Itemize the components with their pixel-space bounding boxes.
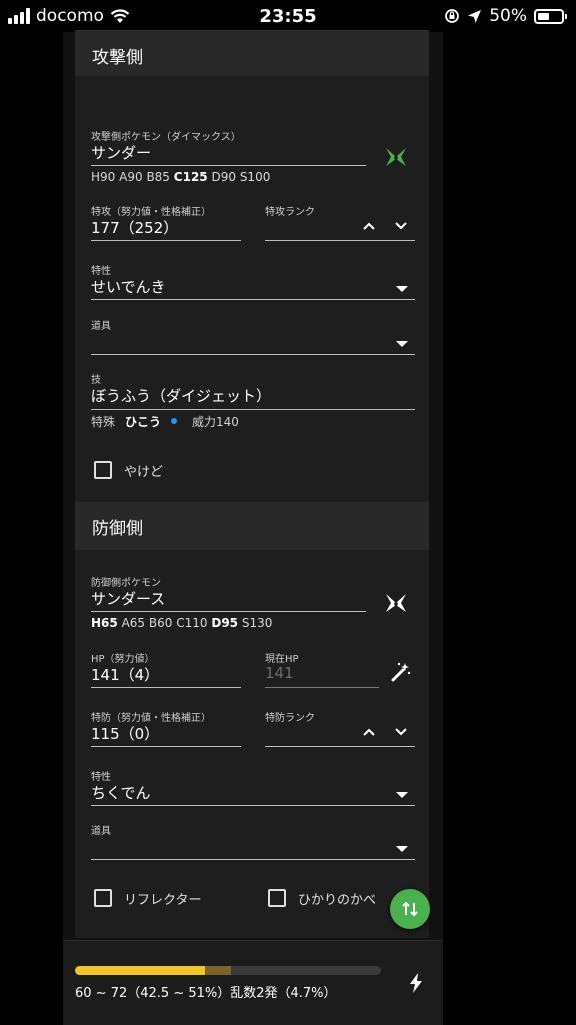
burn-label: やけど [124, 465, 164, 480]
attacker-pokemon-input[interactable]: サンダー [91, 142, 151, 163]
attacker-card-header: 攻撃側 [75, 30, 429, 76]
move-type: ひこう [125, 415, 162, 429]
defender-item-dropdown-icon[interactable] [396, 846, 408, 852]
move-category: 特殊 [91, 415, 116, 429]
battery-percent: 50% [489, 6, 527, 26]
reflect-label: リフレクター [124, 893, 202, 908]
move-type-dot-icon [171, 418, 177, 424]
location-icon [468, 9, 482, 23]
attacker-card: 攻撃側 攻撃側ポケモン（ダイマックス） サンダー H90 A90 B85 C12… [75, 30, 429, 508]
attacker-ability-underline [91, 299, 415, 300]
damage-result-text: 60 ~ 72（42.5 ~ 51%）乱数2発（4.7%） [75, 986, 337, 1001]
item-dropdown-icon[interactable] [396, 341, 408, 347]
swap-button[interactable] [390, 889, 430, 929]
dynamax-off-icon[interactable] [383, 590, 409, 616]
light-screen-checkbox[interactable] [268, 889, 286, 907]
attacker-spatk-rank-label: 特攻ランク [265, 207, 315, 218]
app-content: 攻撃側 攻撃側ポケモン（ダイマックス） サンダー H90 A90 B85 C12… [63, 30, 443, 1025]
light-screen-label: ひかりのかべ [298, 893, 377, 908]
defender-spdef-input[interactable]: 115（0） [91, 723, 159, 744]
damage-bar-min [75, 966, 206, 975]
attacker-item-label: 道具 [91, 321, 111, 332]
defender-card-header: 防御側 [75, 502, 429, 550]
status-bar: docomo 23:55 50% [0, 0, 576, 32]
attacker-ability-label: 特性 [91, 266, 111, 277]
defender-hp-label: HP（努力値） [91, 654, 155, 665]
attacker-spatk-underline [91, 240, 241, 241]
defender-hp-underline [91, 687, 241, 688]
defender-item-label: 道具 [91, 826, 111, 837]
attacker-move-input[interactable]: ぼうふう（ダイジェット） [91, 385, 271, 406]
defender-ability-dropdown-icon[interactable] [396, 792, 408, 798]
burn-checkbox[interactable] [94, 461, 112, 479]
spdef-rank-down-chevron-icon[interactable] [393, 724, 409, 740]
defender-ability-select[interactable]: ちくでん [91, 782, 151, 803]
spdef-rank-up-chevron-icon[interactable] [361, 724, 377, 740]
defender-base-stats: H65 A65 B60 C110 D95 S130 [91, 616, 273, 630]
attacker-title: 攻撃側 [92, 48, 143, 68]
defender-pokemon-underline [91, 611, 366, 612]
current-hp-input[interactable]: 141 [265, 664, 294, 682]
dynamax-icon[interactable] [383, 144, 409, 170]
battery-icon [534, 8, 567, 24]
damage-result-panel: 60 ~ 72（42.5 ~ 51%）乱数2発（4.7%） [63, 940, 443, 1025]
defender-hp-input[interactable]: 141（4） [91, 664, 159, 685]
rank-up-chevron-icon[interactable] [361, 218, 377, 234]
attacker-item-underline [91, 354, 415, 355]
defender-ability-label: 特性 [91, 772, 111, 783]
defender-ability-underline [91, 805, 415, 806]
magic-wand-icon[interactable] [389, 660, 413, 684]
swap-icon [402, 901, 418, 917]
defender-pokemon-input[interactable]: サンダース [91, 588, 165, 609]
status-right: 50% [444, 6, 567, 26]
rank-down-chevron-icon[interactable] [393, 218, 409, 234]
current-hp-underline [265, 687, 379, 688]
attacker-move-label: 技 [91, 375, 101, 386]
defender-title: 防御側 [92, 519, 143, 539]
defender-pokemon-label: 防御側ポケモン [91, 578, 161, 589]
defender-item-underline [91, 859, 415, 860]
defender-spdef-rank-label: 特防ランク [265, 713, 315, 724]
bolt-icon[interactable] [409, 973, 423, 997]
defender-spdef-label: 特防（努力値・性格補正） [91, 713, 211, 724]
defender-card: 防御側 防御側ポケモン サンダース H65 A65 B60 C110 D95 S… [75, 502, 429, 938]
defender-spdef-rank-underline [265, 746, 415, 747]
attacker-base-stats: H90 A90 B85 C125 D90 S100 [91, 170, 271, 184]
current-hp-label: 現在HP [265, 654, 299, 665]
attacker-spatk-rank-underline [265, 240, 415, 241]
attacker-spatk-input[interactable]: 177（252） [91, 217, 178, 238]
attacker-move-underline [91, 409, 415, 410]
attacker-ability-select[interactable]: せいでんき [91, 276, 166, 297]
attacker-pokemon-underline [91, 165, 366, 166]
ability-dropdown-icon[interactable] [396, 286, 408, 292]
damage-bar-range [205, 966, 232, 975]
reflect-checkbox[interactable] [94, 889, 112, 907]
damage-bar [75, 966, 381, 975]
defender-spdef-underline [91, 746, 241, 747]
attacker-spatk-label: 特攻（努力値・性格補正） [91, 207, 211, 218]
rotation-lock-icon [445, 9, 460, 23]
move-power: 威力140 [192, 415, 239, 429]
attacker-pokemon-label: 攻撃側ポケモン（ダイマックス） [91, 132, 241, 143]
